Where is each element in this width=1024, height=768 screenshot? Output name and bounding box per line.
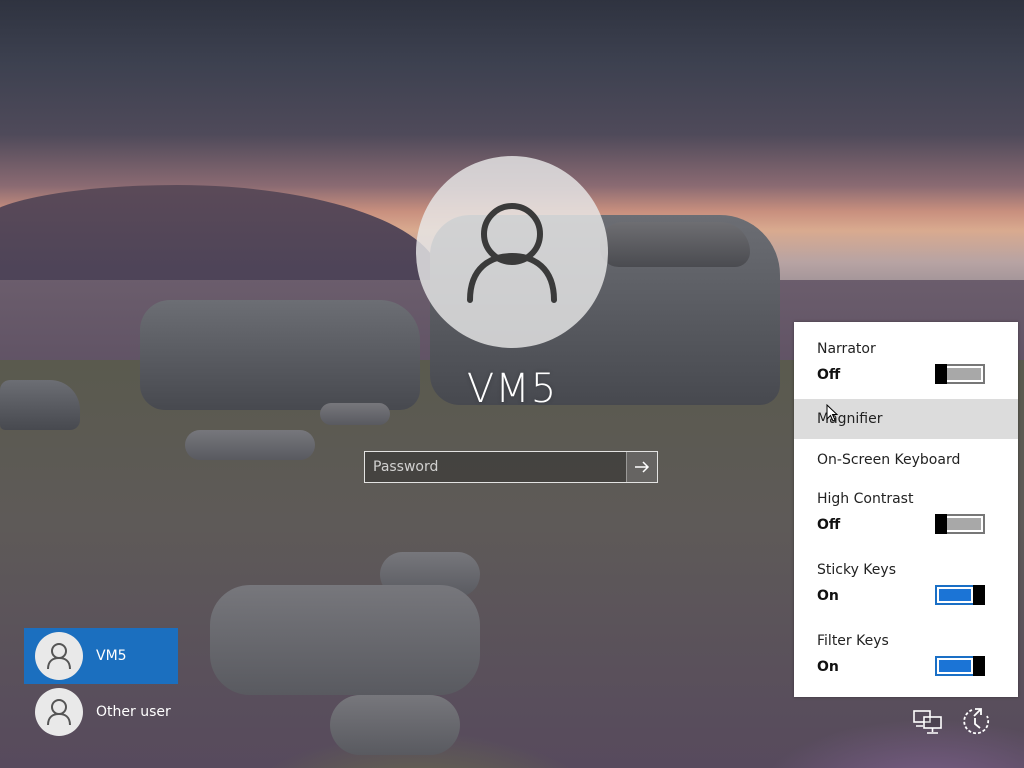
menu-item-narrator[interactable]: Narrator Off <box>794 330 1018 396</box>
menu-item-state: On <box>817 659 839 675</box>
submit-button[interactable] <box>626 452 657 482</box>
password-input[interactable] <box>365 452 627 482</box>
menu-item-state: Off <box>817 517 841 533</box>
user-tile-avatar <box>35 688 83 736</box>
menu-item-on-screen-keyboard[interactable]: On-Screen Keyboard <box>794 442 1018 478</box>
menu-item-label: On-Screen Keyboard <box>817 452 961 468</box>
rock-formation <box>600 222 750 267</box>
stone-path <box>210 585 480 695</box>
user-icon <box>47 643 71 670</box>
user-tile-other-user[interactable]: Other user <box>24 684 178 740</box>
high-contrast-toggle[interactable] <box>935 514 985 534</box>
user-icon <box>467 203 557 303</box>
user-tile-avatar <box>35 632 83 680</box>
user-icon <box>47 699 71 726</box>
menu-item-label: Narrator <box>817 341 876 357</box>
user-tile-label: Other user <box>96 704 171 720</box>
menu-item-label: Filter Keys <box>817 633 889 649</box>
menu-item-state: On <box>817 588 839 604</box>
password-box <box>364 451 658 483</box>
stone-path <box>185 430 315 460</box>
filter-keys-toggle[interactable] <box>935 656 985 676</box>
menu-item-label: High Contrast <box>817 491 914 507</box>
ease-of-access-button[interactable] <box>958 706 992 736</box>
sticky-keys-toggle[interactable] <box>935 585 985 605</box>
user-avatar <box>416 156 608 348</box>
ease-of-access-icon <box>963 708 990 735</box>
network-icon <box>913 710 942 734</box>
menu-item-high-contrast[interactable]: High Contrast Off <box>794 482 1018 548</box>
menu-item-state: Off <box>817 367 841 383</box>
menu-item-filter-keys[interactable]: Filter Keys On <box>794 624 1018 690</box>
menu-item-label: Sticky Keys <box>817 562 896 578</box>
ease-of-access-menu: Narrator Off Magnifier On-Screen Keyboar… <box>794 322 1018 697</box>
user-tile-vm5[interactable]: VM5 <box>24 628 178 684</box>
stone-path <box>330 695 460 755</box>
network-button[interactable] <box>911 707 945 737</box>
arrow-right-icon <box>635 461 650 473</box>
menu-item-sticky-keys[interactable]: Sticky Keys On <box>794 553 1018 619</box>
user-tile-label: VM5 <box>96 648 127 664</box>
cursor-icon <box>826 404 839 422</box>
narrator-toggle[interactable] <box>935 364 985 384</box>
